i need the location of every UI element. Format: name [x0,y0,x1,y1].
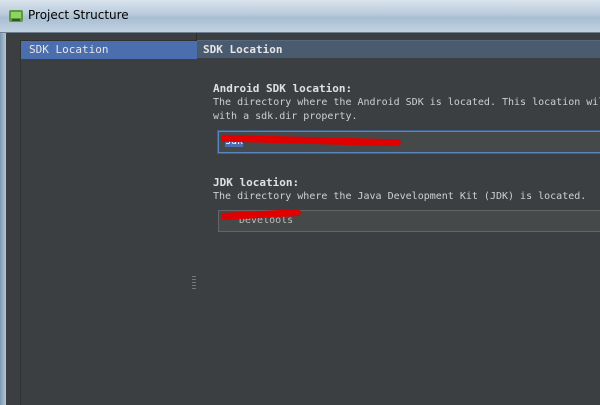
content-panel: SDK Location Android SDK location: The d… [197,33,600,405]
android-sdk-title: Android SDK location: [213,82,353,95]
title-bar[interactable]: Project Structure [0,0,600,33]
sidebar-item-sdk-location[interactable]: SDK Location [21,41,197,59]
splitter-grip-icon[interactable] [192,276,196,290]
android-sdk-description-line2: with a sdk.dir property. [213,111,358,122]
jdk-title: JDK location: [213,176,300,189]
project-structure-window: Project Structure SDK Location SDK Locat… [0,0,600,405]
jdk-description: The directory where the Java Development… [213,191,587,202]
sidebar-list: SDK Location [20,40,198,405]
android-sdk-description-line1: The directory where the Android SDK is l… [213,97,600,108]
sidebar: SDK Location [6,33,198,405]
window-title: Project Structure [28,8,129,22]
content-header: SDK Location [197,40,600,58]
android-studio-icon [9,10,23,22]
